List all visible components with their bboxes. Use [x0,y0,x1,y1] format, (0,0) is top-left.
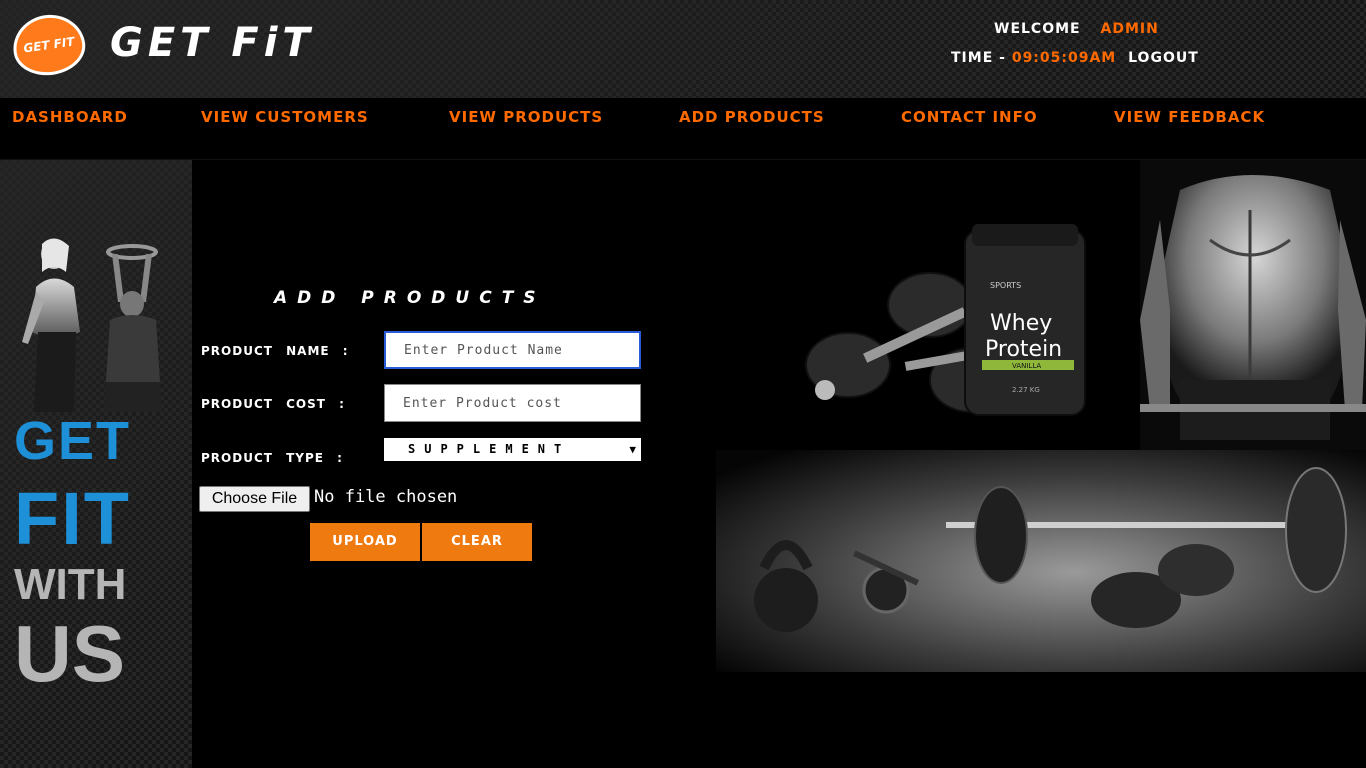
product-name-label: PRODUCT NAME : [201,344,349,358]
logout-link[interactable]: LOGOUT [1128,50,1199,66]
time-display: TIME - 09:05:09AM LOGOUT [951,50,1199,66]
nav-add-products[interactable]: ADD PRODUCTS [679,108,825,126]
nav-dashboard[interactable]: DASHBOARD [12,108,128,126]
form-title: ADD PRODUCTS [274,288,546,308]
welcome-text: WELCOME ADMIN [994,21,1159,37]
side-banner: GET FIT WITH US [0,160,192,768]
product-cost-label: PRODUCT COST : [201,397,345,411]
brand-title: GET FiT [110,20,315,66]
time-label: TIME - [951,50,1006,66]
athletes-image [22,238,162,412]
clear-button[interactable]: CLEAR [422,523,532,561]
clock-value: 09:05:09AM [1011,50,1117,66]
product-cost-input[interactable] [384,384,641,422]
main-nav: DASHBOARD VIEW CUSTOMERS VIEW PRODUCTS A… [0,98,1366,160]
whey-title-2: Protein [985,337,1062,362]
gym-equipment-image [716,450,1366,672]
slogan-fit: FIT [14,477,131,560]
product-type-value: SUPPLEMENT [408,442,571,456]
nav-contact-info[interactable]: CONTACT INFO [901,108,1038,126]
nav-view-customers[interactable]: VIEW CUSTOMERS [201,108,369,126]
slogan-us: US [14,609,126,698]
header: GET FIT GET FiT WELCOME ADMIN TIME - 09:… [0,0,1366,98]
logo-badge-text: GET FIT [22,34,76,56]
logo-icon: GET FIT [9,10,89,80]
product-type-select[interactable]: SUPPLEMENT ▼ [384,438,641,461]
whey-weight: 2.27 KG [1012,386,1040,394]
chevron-down-icon: ▼ [629,443,636,456]
whey-brand: SPORTS [990,281,1021,290]
products-image: SPORTS Whey Protein VANILLA 2.27 KG [805,224,1086,416]
nav-view-feedback[interactable]: VIEW FEEDBACK [1114,108,1265,126]
user-name: ADMIN [1100,21,1159,37]
upload-button[interactable]: UPLOAD [310,523,420,561]
bodybuilder-image [1140,160,1366,450]
whey-flavor: VANILLA [1012,362,1041,370]
welcome-label: WELCOME [994,21,1081,37]
slogan-get: GET [14,411,132,471]
product-name-input[interactable] [384,331,641,369]
slogan-with: WITH [14,560,127,609]
choose-file-button[interactable]: Choose File [199,486,310,512]
whey-title-1: Whey [990,311,1052,336]
file-status: No file chosen [314,487,458,507]
nav-view-products[interactable]: VIEW PRODUCTS [449,108,603,126]
product-type-label: PRODUCT TYPE : [201,451,343,465]
